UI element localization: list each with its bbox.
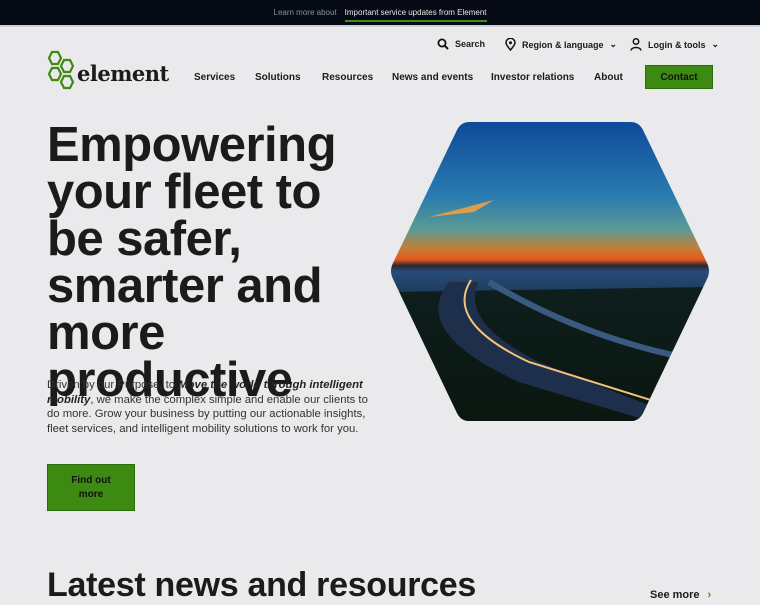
nav-solutions[interactable]: Solutions [255,72,301,83]
nav-investor-relations[interactable]: Investor relations [491,72,574,83]
hero-image-highway-sunset [391,122,709,421]
see-more-link[interactable]: See more › [650,589,711,601]
intro-text-rest: , we make the complex simple and enable … [47,393,368,435]
find-out-more-button[interactable]: Find out more [47,464,135,511]
search-label: Search [455,39,486,49]
contact-button[interactable]: Contact [645,65,713,89]
nav-resources[interactable]: Resources [322,72,373,83]
see-more-label: See more [650,589,700,601]
user-icon [630,38,642,51]
chevron-down-icon: ⌄ [609,39,618,49]
region-language-dropdown[interactable]: Region & language ⌄ [505,38,617,51]
hero-intro: Driven by our Purpose, to Move the world… [47,378,382,436]
news-section-title: Latest news and resources [47,566,477,604]
login-label: Login & tools [648,39,706,50]
announcement-prefix: Learn more about [273,8,337,17]
announcement-link[interactable]: Important service updates from Element [344,8,487,22]
location-pin-icon [505,38,516,51]
announcement-bar: Learn more about Important service updat… [0,0,760,27]
search-icon [437,38,449,50]
hexagon-logo-icon [47,50,75,90]
logo-text: element [77,60,169,86]
element-logo[interactable]: element [47,50,169,90]
region-label: Region & language [522,39,604,50]
nav-news-events[interactable]: News and events [392,72,473,83]
nav-about[interactable]: About [594,72,623,83]
hero-title: Empowering your fleet to be safer, smart… [47,118,337,407]
nav-services[interactable]: Services [194,72,235,83]
intro-text: Driven by our Purpose, to [47,379,179,391]
chevron-down-icon: ⌄ [711,39,720,49]
login-tools-dropdown[interactable]: Login & tools ⌄ [630,38,719,51]
search-button[interactable]: Search [437,38,485,50]
chevron-right-icon: › [707,589,712,601]
